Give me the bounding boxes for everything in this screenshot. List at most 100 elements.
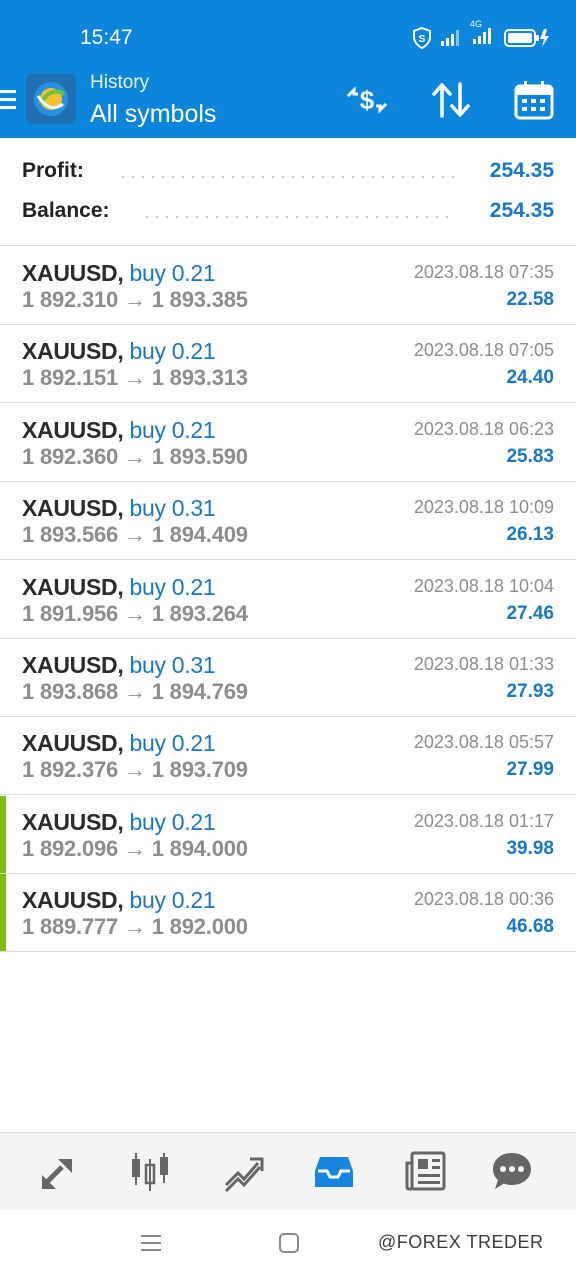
- watermark-text: @FOREX TREDER: [378, 1232, 544, 1252]
- page-title-small: History: [90, 72, 150, 93]
- deal-time: 2023.08.18 10:04: [413, 576, 554, 596]
- balance-value: 254.35: [489, 199, 554, 222]
- home-icon[interactable]: [278, 1232, 300, 1254]
- news-icon: [405, 1151, 446, 1191]
- deal-close-price: 1 893.385: [151, 287, 248, 312]
- deal-symbol-line: XAUUSD, buy 0.31: [22, 652, 216, 679]
- deal-symbol-line: XAUUSD, buy 0.21: [22, 260, 216, 287]
- deal-price-arrow: →: [124, 444, 146, 469]
- deal-time: 2023.08.18 06:23: [413, 419, 554, 439]
- deal-time: 2023.08.18 10:09: [413, 497, 554, 517]
- deal-side: buy 0.21: [129, 809, 216, 835]
- profit-label: Profit:: [22, 159, 84, 182]
- nav-chart[interactable]: [126, 1147, 174, 1195]
- quotes-icon: [42, 1159, 72, 1189]
- nav-quotes[interactable]: [34, 1147, 82, 1195]
- deal-price-arrow: →: [124, 914, 146, 939]
- nav-history[interactable]: [310, 1147, 358, 1195]
- deal-symbol: XAUUSD,: [22, 260, 124, 286]
- deal-price-arrow: →: [124, 757, 146, 782]
- deal-time: 2023.08.18 05:57: [413, 732, 554, 752]
- app-logo-icon: [26, 74, 76, 124]
- deal-symbol: XAUUSD,: [22, 417, 124, 443]
- recent-apps-icon[interactable]: [140, 1232, 162, 1254]
- deal-open-price: 1 892.310: [22, 287, 119, 312]
- deal-price-arrow: →: [124, 601, 146, 626]
- calendar-icon[interactable]: [514, 80, 554, 120]
- menu-icon[interactable]: [0, 88, 18, 112]
- nav-news[interactable]: [402, 1147, 450, 1195]
- page-title: All symbols: [90, 100, 217, 128]
- deal-close-price: 1 893.313: [151, 365, 248, 390]
- currency-exchange-icon[interactable]: $: [344, 80, 390, 120]
- deal-row[interactable]: XAUUSD, buy 0.21 1 889.777 → 1 892.000 202…: [0, 874, 576, 952]
- signal-icon: [441, 30, 459, 46]
- deal-symbol: XAUUSD,: [22, 652, 124, 678]
- balance-dotted-leader: [142, 216, 454, 218]
- deal-symbol-line: XAUUSD, buy 0.21: [22, 730, 216, 757]
- sort-icon[interactable]: [430, 80, 472, 120]
- deal-open-price: 1 892.151: [22, 365, 119, 390]
- deal-prices: 1 892.360 → 1 893.590: [22, 444, 248, 470]
- deal-row[interactable]: XAUUSD, buy 0.21 1 892.376 → 1 893.709 202…: [0, 717, 576, 795]
- deal-profit: 27.93: [506, 681, 554, 702]
- balance-row: Balance: 254.35: [22, 199, 554, 229]
- deal-symbol-line: XAUUSD, buy 0.21: [22, 338, 216, 365]
- deal-profit: 26.13: [506, 524, 554, 545]
- deal-symbol: XAUUSD,: [22, 574, 124, 600]
- deal-row[interactable]: XAUUSD, buy 0.31 1 893.868 → 1 894.769 202…: [0, 639, 576, 717]
- deal-time: 2023.08.18 01:33: [413, 654, 554, 674]
- deal-close-price: 1 894.769: [151, 679, 248, 704]
- deal-close-price: 1 893.264: [151, 601, 248, 626]
- signal-4g-icon: [473, 27, 491, 44]
- deal-close-price: 1 892.000: [151, 914, 248, 939]
- deal-prices: 1 892.376 → 1 893.709: [22, 757, 248, 783]
- history-icon: [315, 1157, 353, 1187]
- status-icons: S 4G: [412, 19, 550, 50]
- deal-profit: 22.58: [506, 289, 554, 310]
- svg-text:$: $: [360, 85, 375, 115]
- deal-side: buy 0.21: [129, 730, 216, 756]
- deal-row[interactable]: XAUUSD, buy 0.21 1 891.956 → 1 893.264 202…: [0, 561, 576, 639]
- deal-price-arrow: →: [124, 365, 146, 390]
- deal-time: 2023.08.18 07:35: [413, 262, 554, 282]
- deal-prices: 1 893.566 → 1 894.409: [22, 522, 248, 548]
- deal-symbol: XAUUSD,: [22, 495, 124, 521]
- nav-trade[interactable]: [218, 1147, 266, 1195]
- deal-symbol: XAUUSD,: [22, 887, 124, 913]
- deal-row[interactable]: XAUUSD, buy 0.21 1 892.096 → 1 894.000 202…: [0, 796, 576, 874]
- profit-accent-bar: [0, 874, 6, 951]
- deal-side: buy 0.21: [129, 338, 216, 364]
- deal-profit: 39.98: [506, 838, 554, 859]
- deal-price-arrow: →: [124, 679, 146, 704]
- nav-chat[interactable]: [488, 1147, 536, 1195]
- deal-prices: 1 892.310 → 1 893.385: [22, 287, 248, 313]
- deal-time: 2023.08.18 01:17: [413, 811, 554, 831]
- deal-close-price: 1 894.409: [151, 522, 248, 547]
- deal-symbol-line: XAUUSD, buy 0.21: [22, 574, 216, 601]
- deal-close-price: 1 894.000: [151, 836, 248, 861]
- deal-price-arrow: →: [124, 287, 146, 312]
- profit-row: Profit: 254.35: [22, 159, 554, 189]
- deal-symbol: XAUUSD,: [22, 809, 124, 835]
- deal-open-price: 1 891.956: [22, 601, 119, 626]
- deal-time: 2023.08.18 00:36: [413, 889, 554, 909]
- deal-side: buy 0.21: [129, 260, 216, 286]
- deal-profit: 27.99: [506, 759, 554, 780]
- deal-row[interactable]: XAUUSD, buy 0.21 1 892.310 → 1 893.385 202…: [0, 247, 576, 325]
- deal-symbol-line: XAUUSD, buy 0.21: [22, 417, 216, 444]
- deal-open-price: 1 889.777: [22, 914, 119, 939]
- svg-text:S: S: [419, 34, 426, 45]
- profit-value: 254.35: [489, 159, 554, 182]
- deal-profit: 27.46: [506, 603, 554, 624]
- deal-row[interactable]: XAUUSD, buy 0.21 1 892.360 → 1 893.590 202…: [0, 404, 576, 482]
- title-block[interactable]: History All symbols: [90, 72, 216, 129]
- deal-open-price: 1 893.566: [22, 522, 119, 547]
- deal-symbol-line: XAUUSD, buy 0.31: [22, 495, 216, 522]
- network-type-label: 4G: [470, 18, 483, 29]
- trade-icon: [224, 1157, 264, 1193]
- deal-symbol-line: XAUUSD, buy 0.21: [22, 809, 216, 836]
- deal-row[interactable]: XAUUSD, buy 0.21 1 892.151 → 1 893.313 202…: [0, 325, 576, 403]
- deal-row[interactable]: XAUUSD, buy 0.31 1 893.566 → 1 894.409 202…: [0, 482, 576, 560]
- deal-profit: 24.40: [506, 367, 554, 388]
